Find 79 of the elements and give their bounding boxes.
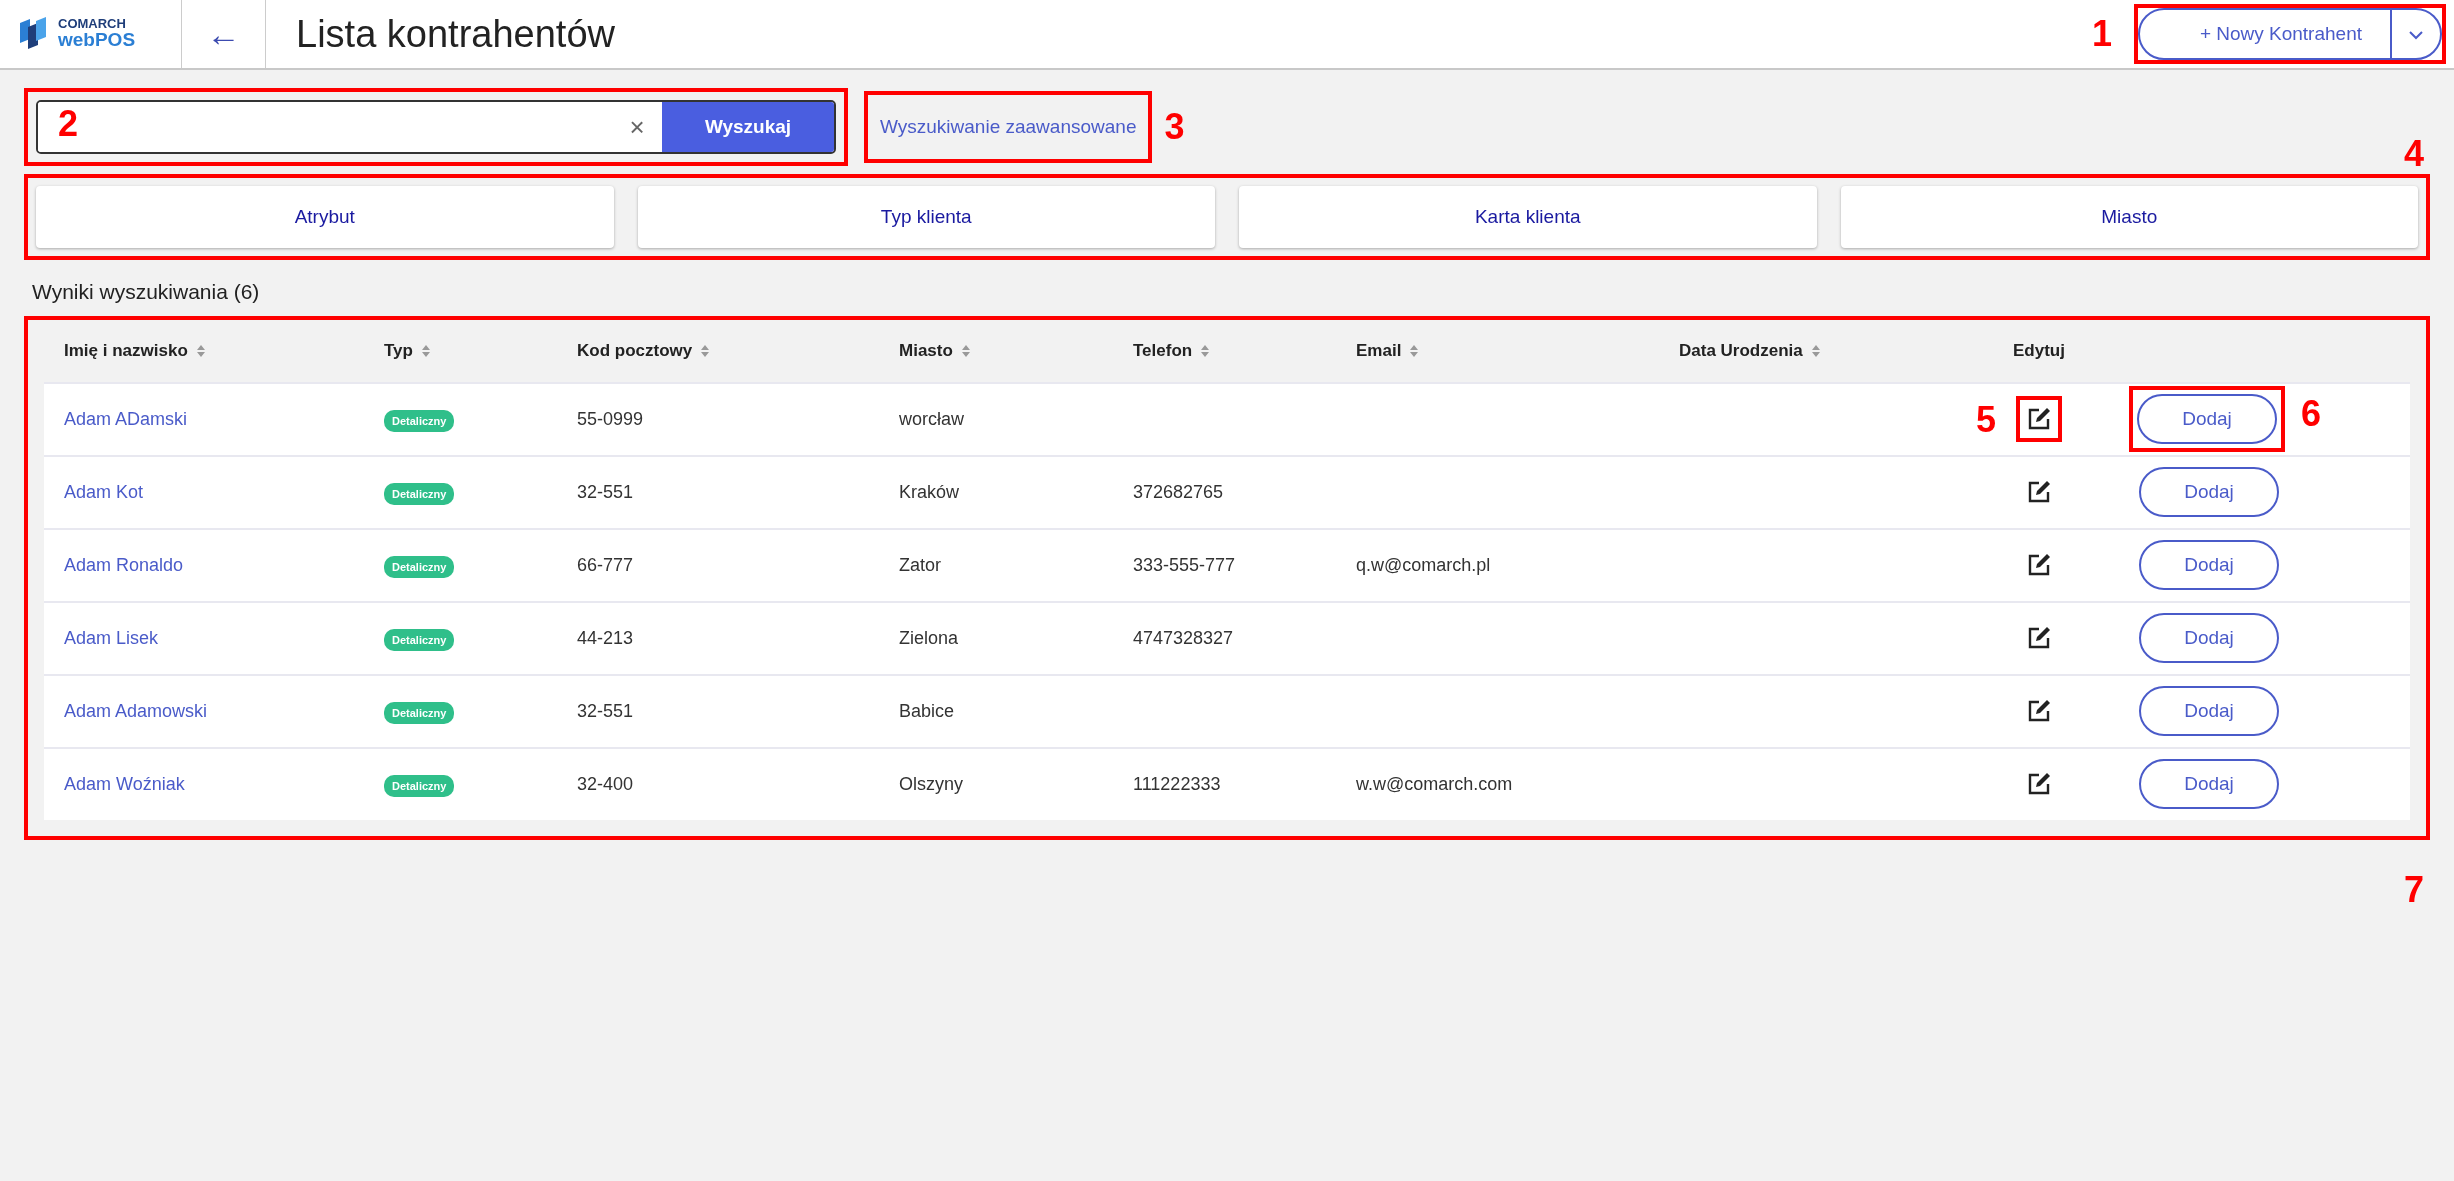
table-cell: 32-400	[577, 773, 634, 794]
table-cell: Zielona	[899, 627, 959, 648]
table-cell: 44-213	[577, 627, 634, 648]
filter-button[interactable]: Miasto	[1840, 186, 2418, 248]
column-header: Email	[1356, 339, 1402, 362]
customer-type-tag: Detaliczny	[384, 409, 455, 432]
split-button[interactable]: + Nowy Kontrahent	[2137, 8, 2442, 60]
contractor-name-link[interactable]: Adam Kot	[64, 481, 144, 502]
add-button[interactable]: Dodaj	[2139, 686, 2279, 736]
column-header: Miasto	[899, 339, 953, 362]
search-button[interactable]: Wyszukaj	[662, 102, 834, 152]
sort-icon[interactable]	[420, 343, 431, 358]
customer-type-tag: Detaliczny	[384, 774, 455, 797]
contractor-name-link[interactable]: Adam Woźniak	[64, 773, 185, 794]
callout-number: 3	[1164, 108, 1185, 145]
add-button[interactable]: Dodaj	[2137, 394, 2277, 444]
table-cell: w.w@comarch.com	[1356, 773, 1513, 794]
edit-icon[interactable]	[2026, 479, 2052, 505]
callout-number: 5	[1976, 402, 1997, 438]
customer-type-tag: Detaliczny	[384, 701, 455, 724]
table-cell: 32-551	[577, 700, 634, 721]
contractor-name-link[interactable]: Adam Ronaldo	[64, 554, 184, 575]
table-cell: Olszyny	[899, 773, 963, 794]
column-header: Telefon	[1133, 339, 1193, 362]
customer-type-tag: Detaliczny	[384, 482, 455, 505]
callout-number: 2	[58, 106, 79, 142]
sort-icon[interactable]	[195, 343, 206, 358]
table-cell: 32-551	[577, 481, 634, 502]
chevron-down-icon	[2408, 29, 2424, 40]
new-contractor-button[interactable]: + Nowy Kontrahent	[2139, 10, 2390, 58]
filter-button[interactable]: Karta klienta	[1239, 186, 1817, 248]
column-header: Kod pocztowy	[577, 339, 693, 362]
column-header: Edytuj	[2013, 339, 2065, 362]
table-cell: worcław	[899, 408, 964, 429]
table-cell: 66-777	[577, 554, 634, 575]
filter-button[interactable]: Typ klienta	[637, 186, 1215, 248]
table-cell: Babice	[899, 700, 955, 721]
customer-type-tag: Detaliczny	[384, 628, 455, 651]
table-cell: Zator	[899, 554, 941, 575]
callout-number: 7	[2403, 871, 2424, 908]
add-button[interactable]: Dodaj	[2139, 613, 2279, 663]
column-header: Imię i nazwisko	[64, 339, 188, 362]
customer-type-tag: Detaliczny	[384, 555, 455, 578]
edit-icon[interactable]	[2026, 552, 2052, 578]
add-button[interactable]: Dodaj	[2139, 759, 2279, 809]
callout-number: 6	[2300, 396, 2321, 432]
column-header: Typ	[384, 339, 413, 362]
sort-icon[interactable]	[1200, 343, 1211, 358]
callout-number: 1	[2091, 16, 2112, 52]
table-cell: Kraków	[899, 481, 960, 502]
sort-icon[interactable]	[960, 343, 971, 358]
contractor-name-link[interactable]: Adam Adamowski	[64, 700, 208, 721]
edit-icon[interactable]	[2026, 771, 2052, 797]
add-button[interactable]: Dodaj	[2139, 540, 2279, 590]
edit-icon[interactable]	[2026, 625, 2052, 651]
table-cell: q.w@comarch.pl	[1356, 554, 1491, 575]
table-cell: 4747328327	[1133, 627, 1234, 648]
advanced-search-link[interactable]: Wyszukiwanie zaawansowane	[868, 94, 1149, 160]
column-header: Data Urodzenia	[1679, 339, 1803, 362]
table-cell: 111222333	[1133, 773, 1221, 794]
sort-icon[interactable]	[1810, 343, 1821, 358]
clear-button[interactable]: ×	[612, 102, 662, 152]
logo-text: webPOS	[58, 30, 136, 51]
callout-number: 4	[2403, 136, 2424, 172]
page-title: Lista kontrahentów	[295, 11, 615, 57]
edit-icon[interactable]	[2026, 406, 2052, 432]
edit-icon[interactable]	[2026, 698, 2052, 724]
logo-text: COMARCH	[58, 17, 127, 31]
results-heading: Wyniki wyszukiwania (6)	[31, 279, 261, 305]
back-button[interactable]: ←	[182, 0, 266, 68]
table-cell: 372682765	[1133, 481, 1224, 502]
filter-button[interactable]: Atrybut	[36, 186, 614, 248]
sort-icon[interactable]	[700, 343, 711, 358]
contractor-name-link[interactable]: Adam ADamski	[64, 408, 188, 429]
sort-icon[interactable]	[1409, 343, 1420, 358]
table-cell: 55-0999	[577, 408, 644, 429]
contractor-name-link[interactable]: Adam Lisek	[64, 627, 159, 648]
add-button[interactable]: Dodaj	[2139, 467, 2279, 517]
table-cell: 333-555-777	[1133, 554, 1236, 575]
